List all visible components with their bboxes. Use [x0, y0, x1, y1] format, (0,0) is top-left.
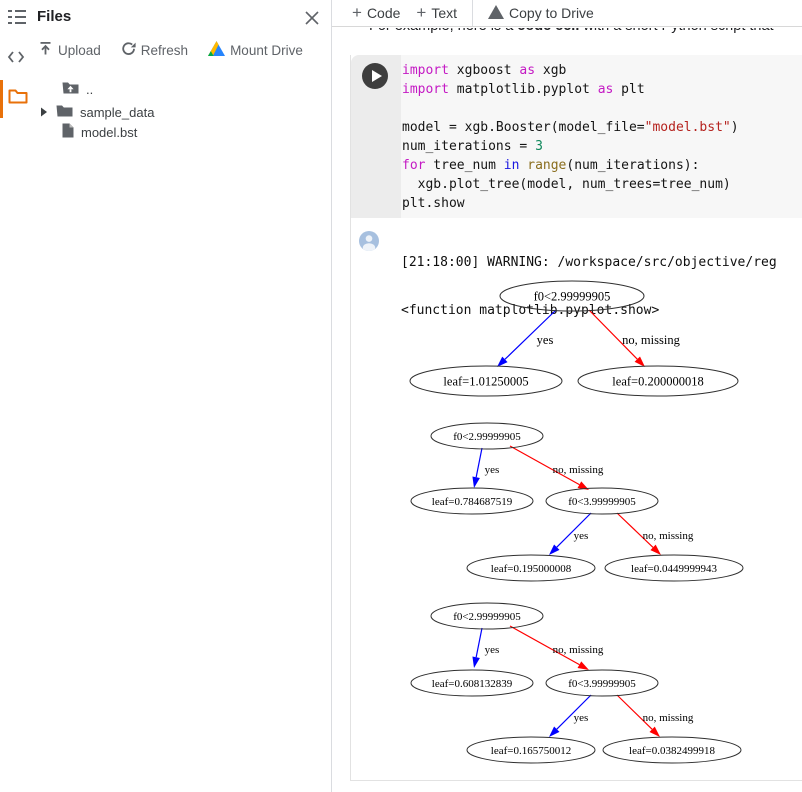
- cell-output-text: [21:18:00] WARNING: /workspace/src/objec…: [401, 223, 777, 351]
- markdown-text-clipped: For example, here is a code cell with a …: [369, 28, 802, 37]
- code-editor[interactable]: import xgboost as xgbimport matplotlib.p…: [351, 55, 802, 218]
- code-line: xgb.plot_tree(model, num_trees=tree_num): [402, 175, 739, 194]
- refresh-icon: [121, 41, 136, 59]
- folder-up-icon: [62, 81, 79, 98]
- user-avatar-icon: [359, 231, 379, 251]
- run-cell-button[interactable]: [362, 63, 388, 89]
- copy-to-drive-button[interactable]: Copy to Drive: [488, 5, 594, 22]
- drive-gray-icon: [488, 5, 504, 22]
- add-code-button[interactable]: + Code: [352, 5, 400, 21]
- code-content[interactable]: import xgboost as xgbimport matplotlib.p…: [402, 61, 739, 213]
- chevron-right-icon[interactable]: [40, 107, 48, 117]
- files-panel: Files Upload Refresh: [0, 0, 332, 792]
- file-row-sample-data[interactable]: sample_data: [40, 102, 154, 122]
- code-line: import xgboost as xgb: [402, 61, 739, 80]
- file-row-label: ..: [86, 82, 93, 97]
- refresh-button[interactable]: Refresh: [121, 41, 188, 59]
- table-of-contents-icon[interactable]: [8, 9, 26, 30]
- code-line: num_iterations = 3: [402, 137, 739, 156]
- file-icon: [62, 123, 74, 141]
- notebook-toolbar: + Code + Text Copy to Drive: [332, 0, 802, 27]
- upload-button[interactable]: Upload: [38, 41, 101, 59]
- output-line: <function matplotlib.pyplot.show>: [401, 303, 777, 319]
- active-tab-indicator: [0, 80, 3, 118]
- output-line: [21:18:00] WARNING: /workspace/src/objec…: [401, 255, 777, 271]
- plus-icon: +: [416, 6, 426, 20]
- code-line: plt.show: [402, 194, 739, 213]
- drive-icon: [208, 41, 225, 59]
- folder-icon: [56, 104, 73, 121]
- files-panel-actions: Upload Refresh Mount Drive: [38, 41, 303, 59]
- file-row-label: sample_data: [80, 105, 154, 120]
- code-line: import matplotlib.pyplot as plt: [402, 80, 739, 99]
- code-line: for tree_num in range(num_iterations):: [402, 156, 739, 175]
- plus-icon: +: [352, 6, 362, 20]
- add-text-button[interactable]: + Text: [416, 5, 457, 21]
- files-tab-folder-icon[interactable]: [8, 88, 28, 110]
- notebook-cell: import xgboost as xgbimport matplotlib.p…: [350, 55, 802, 781]
- code-snippets-icon[interactable]: [7, 50, 25, 69]
- code-line: [402, 99, 739, 118]
- files-panel-title: Files: [37, 8, 71, 25]
- file-row-label: model.bst: [81, 125, 137, 140]
- close-icon[interactable]: [301, 7, 323, 29]
- file-row-parent-dir[interactable]: ..: [62, 79, 93, 99]
- code-line: model = xgb.Booster(model_file="model.bs…: [402, 118, 739, 137]
- toolbar-divider: [472, 0, 473, 26]
- mount-drive-button[interactable]: Mount Drive: [208, 41, 303, 59]
- file-row-model-bst[interactable]: model.bst: [62, 122, 137, 142]
- upload-icon: [38, 41, 53, 59]
